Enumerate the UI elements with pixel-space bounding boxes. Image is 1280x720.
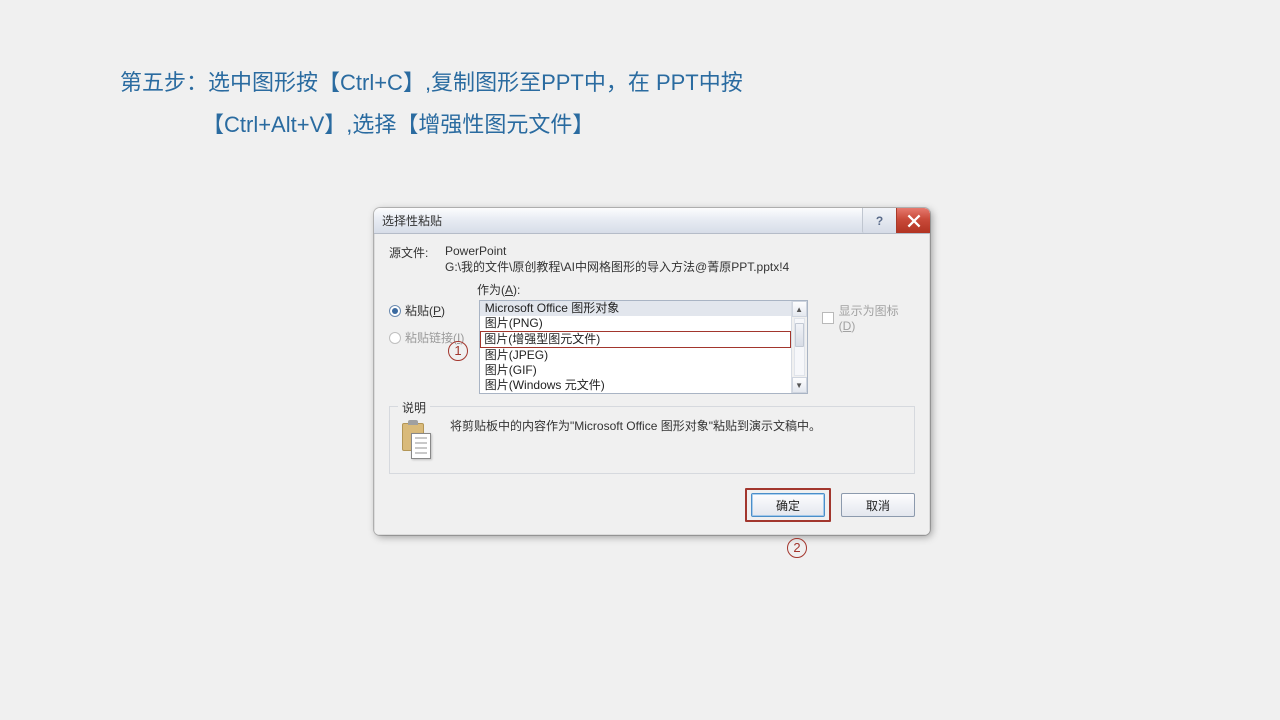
- button-row: 确定 取消: [389, 488, 915, 522]
- radio-paste[interactable]: 粘贴(P): [389, 302, 471, 319]
- close-button[interactable]: [896, 208, 930, 233]
- list-item[interactable]: 图片(JPEG): [480, 348, 791, 363]
- list-item-enhanced-metafile[interactable]: 图片(增强型图元文件): [480, 331, 791, 348]
- format-listbox[interactable]: Microsoft Office 图形对象 图片(PNG) 图片(增强型图元文件…: [479, 300, 808, 394]
- list-item[interactable]: Microsoft Office 图形对象: [480, 301, 791, 316]
- help-button[interactable]: ?: [862, 208, 896, 233]
- dialog-titlebar: 选择性粘贴 ?: [374, 208, 930, 234]
- radio-icon: [389, 305, 401, 317]
- source-path: G:\我的文件\原创教程\AI中网格图形的导入方法@菁原PPT.pptx!4: [445, 258, 789, 275]
- close-icon: [907, 214, 921, 228]
- source-value: PowerPoint G:\我的文件\原创教程\AI中网格图形的导入方法@菁原P…: [445, 244, 789, 275]
- scroll-thumb[interactable]: [795, 323, 804, 347]
- format-list: Microsoft Office 图形对象 图片(PNG) 图片(增强型图元文件…: [480, 301, 791, 393]
- titlebar-buttons: ?: [862, 208, 930, 233]
- list-item[interactable]: 图片(Windows 元文件): [480, 378, 791, 393]
- source-row: 源文件: PowerPoint G:\我的文件\原创教程\AI中网格图形的导入方…: [389, 244, 915, 275]
- cancel-button[interactable]: 取消: [841, 493, 915, 517]
- show-as-icon-checkbox: 显示为图标(D): [822, 302, 915, 333]
- description-text: 将剪贴板中的内容作为"Microsoft Office 图形对象"粘贴到演示文稿…: [450, 417, 902, 435]
- description-fieldset: 说明 将剪贴板中的内容作为"Microsoft Office 图形对象"粘贴到演…: [389, 406, 915, 474]
- instruction-line1: 第五步：选中图形按【Ctrl+C】,复制图形至PPT中，在 PPT中按: [120, 62, 1020, 104]
- checkbox-icon: [822, 312, 834, 324]
- paste-icon: [402, 423, 434, 461]
- ok-highlight-box: 确定: [745, 488, 831, 522]
- scroll-down-button[interactable]: ▼: [792, 377, 807, 393]
- annotation-2: 2: [787, 537, 807, 558]
- scroll-up-button[interactable]: ▲: [792, 301, 807, 317]
- scroll-track[interactable]: [794, 318, 805, 376]
- right-column: 显示为图标(D): [816, 300, 915, 333]
- ok-button[interactable]: 确定: [751, 493, 825, 517]
- annotation-1: 1: [448, 340, 468, 361]
- description-legend: 说明: [398, 399, 430, 416]
- list-item[interactable]: 图片(PNG): [480, 316, 791, 331]
- listbox-scrollbar[interactable]: ▲ ▼: [791, 301, 807, 393]
- source-label: 源文件:: [389, 244, 435, 275]
- instruction-text: 第五步：选中图形按【Ctrl+C】,复制图形至PPT中，在 PPT中按 【Ctr…: [120, 62, 1020, 146]
- list-item[interactable]: 图片(GIF): [480, 363, 791, 378]
- radio-icon: [389, 332, 401, 344]
- instruction-line2: 【Ctrl+Alt+V】,选择【增强性图元文件】: [202, 104, 1020, 146]
- source-app: PowerPoint: [445, 244, 789, 258]
- dialog-title: 选择性粘贴: [382, 212, 442, 229]
- dialog-body: 源文件: PowerPoint G:\我的文件\原创教程\AI中网格图形的导入方…: [374, 234, 930, 535]
- as-label: 作为(A):: [477, 281, 915, 298]
- paste-special-dialog: 选择性粘贴 ? 源文件: PowerPoint G:\我的文件\原创教程\AI中…: [374, 208, 930, 535]
